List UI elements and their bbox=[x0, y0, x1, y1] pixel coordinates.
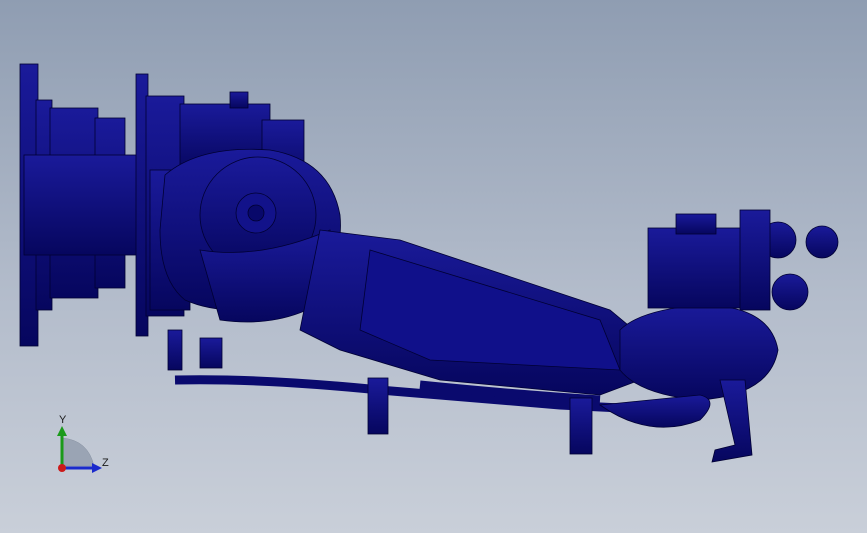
wrist-joint bbox=[619, 209, 839, 401]
robot-arm-model[interactable] bbox=[0, 0, 867, 533]
y-axis-arrowhead bbox=[57, 426, 67, 436]
x-axis-dot bbox=[58, 464, 66, 472]
z-axis-arrowhead bbox=[92, 463, 102, 473]
xy-plane-indicator bbox=[61, 437, 95, 467]
arm-link bbox=[299, 229, 641, 396]
graphics-viewport[interactable]: Y Z bbox=[0, 0, 867, 533]
reference-triad bbox=[57, 426, 102, 473]
base-flange bbox=[19, 63, 145, 347]
y-axis-label: Y bbox=[59, 414, 67, 426]
z-axis-label: Z bbox=[102, 457, 109, 469]
